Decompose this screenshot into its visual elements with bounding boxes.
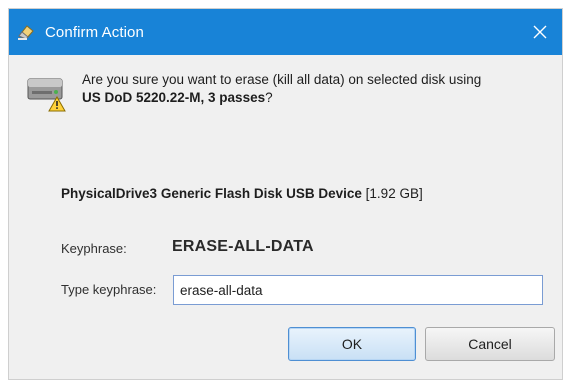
close-icon (533, 25, 547, 39)
close-button[interactable] (518, 9, 562, 55)
title-bar: Confirm Action (9, 9, 562, 55)
cancel-button[interactable]: Cancel (425, 327, 555, 361)
disk-warning-icon (25, 71, 67, 113)
device-name: PhysicalDrive3 Generic Flash Disk USB De… (61, 186, 362, 201)
device-info: PhysicalDrive3 Generic Flash Disk USB De… (61, 186, 423, 201)
confirm-action-dialog: Confirm Action Are you sure you want to … (8, 8, 563, 380)
message-text: Are you sure you want to erase (kill all… (82, 72, 482, 87)
eraser-shield-icon (15, 21, 37, 43)
device-size: [1.92 GB] (365, 186, 423, 201)
keyphrase-input[interactable] (173, 275, 543, 305)
message-suffix: ? (265, 90, 273, 105)
keyphrase-label: Keyphrase: (61, 241, 127, 256)
type-keyphrase-label: Type keyphrase: (61, 282, 157, 297)
confirmation-message: Are you sure you want to erase (kill all… (82, 71, 552, 107)
ok-button[interactable]: OK (288, 327, 416, 361)
keyphrase-value: ERASE-ALL-DATA (172, 238, 314, 255)
erase-method: US DoD 5220.22-M, 3 passes (82, 90, 266, 105)
window-title: Confirm Action (45, 23, 144, 41)
